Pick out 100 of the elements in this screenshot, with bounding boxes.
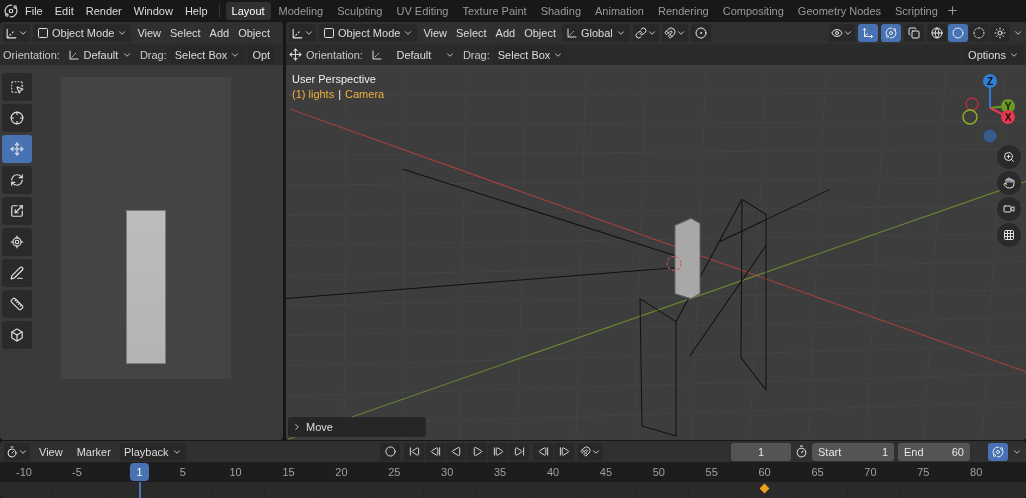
play-reverse-button[interactable] [446,442,466,461]
stopwatch-icon[interactable] [795,445,808,458]
app-logo-icon[interactable] [4,3,18,18]
workspace-tab[interactable]: Sculpting [331,1,389,20]
drag-dropdown[interactable]: Select Box [170,45,245,64]
next-key-button[interactable] [488,442,508,461]
shading-button[interactable] [969,24,989,42]
snap-button[interactable] [661,24,688,42]
overlay-toggle-button[interactable] [988,442,1008,461]
header-menu[interactable]: Select [453,24,490,42]
chevron-down-icon [18,28,28,38]
next-keyframe-button[interactable] [554,442,574,461]
workspace-tab[interactable]: Geometry Nodes [791,1,887,20]
tool-button[interactable] [2,321,32,349]
shading-button[interactable] [990,24,1010,42]
header-menu[interactable]: Add [492,24,519,42]
workspace-tab[interactable]: Shading [534,1,588,20]
object-mode-icon [323,27,335,39]
tool-button[interactable] [2,73,32,101]
menu-item[interactable]: File [20,1,48,20]
workspace-tab[interactable]: Rendering [651,1,715,20]
shading-button[interactable] [948,24,968,42]
menu-item[interactable]: Window [128,1,178,20]
tool-button[interactable] [2,228,32,256]
view-name-text: User Perspective [292,73,377,85]
header-menu[interactable]: Select [167,24,204,42]
orientation-dropdown[interactable]: Default [63,45,136,64]
workspace-tab[interactable]: Scripting [889,1,944,20]
workspace-tab[interactable]: UV Editing [390,1,455,20]
collection-text: (1) lights [292,88,335,100]
skip-back-icon [408,446,420,457]
toggle-button[interactable] [858,24,878,42]
end-frame-field[interactable]: End 60 [898,442,970,461]
truncated-options-tab[interactable]: Opt [248,45,275,64]
workspace-tab[interactable]: Animation [589,1,650,20]
jump-end-button[interactable] [509,442,529,461]
operator-name: Move [306,421,333,433]
navigation-gizmo[interactable]: Z Y X [946,69,1026,145]
workspace-tab[interactable]: Compositing [716,1,790,20]
header-menu[interactable]: View [420,24,451,42]
menu-item[interactable]: Render [80,1,127,20]
keying-button[interactable] [578,442,603,461]
last-operator-panel[interactable]: Move [288,417,426,437]
playhead-line [139,482,141,498]
workspace-tab[interactable]: Modeling [272,1,330,20]
zoom-icon [1003,150,1015,164]
menu-item[interactable]: Edit [49,1,79,20]
frame-number: 5 [179,466,186,478]
workspace-tab[interactable]: Texture Paint [456,1,533,20]
tool-button[interactable] [2,290,32,318]
mode-dropdown[interactable]: Object Mode [319,24,418,42]
tool-button[interactable] [2,166,32,194]
editor-type-button[interactable] [3,24,30,42]
frame-number: 15 [282,466,295,478]
play-button[interactable] [467,442,487,461]
axes-icon [5,26,18,40]
frame-number: 20 [335,466,348,478]
prev-key-button[interactable] [425,442,445,461]
tool-button[interactable] [2,104,32,132]
options-dropdown[interactable]: Options [964,45,1023,64]
prev-keyframe-button[interactable] [533,442,553,461]
toggle-button[interactable] [904,24,924,42]
transform-orientation-dropdown[interactable]: Global [562,24,630,42]
workspace-tab[interactable]: Layout [225,1,271,20]
pivot-button[interactable] [632,24,659,42]
keyframe-icon[interactable] [759,483,770,494]
chevron-down-icon [403,28,414,38]
hand-icon [1003,176,1015,190]
add-workspace-icon[interactable] [945,4,959,17]
toggle-button[interactable] [881,24,901,42]
clock-icon [6,445,18,458]
frame-number: 40 [546,466,560,478]
current-frame-field[interactable]: 1 [731,442,791,461]
proportional-edit-button[interactable] [690,24,711,42]
orientation-dropdown[interactable]: Default [366,45,459,64]
header-menu[interactable]: Object [235,24,273,42]
shading-button[interactable] [927,24,947,42]
menu-item[interactable]: Help [179,1,213,20]
mode-dropdown[interactable]: Object Mode [33,24,132,42]
auto-keying-button[interactable] [380,442,400,461]
editor-type-button[interactable] [289,24,316,42]
tool-button[interactable] [2,259,32,287]
chevron-down-icon [117,28,128,38]
header-menu[interactable]: Add [206,24,233,42]
start-frame-field[interactable]: Start 1 [812,442,894,461]
overlays-icon [885,27,897,39]
timeline-menu[interactable]: View [34,442,68,461]
frame-number: 80 [970,466,983,478]
orientation-label: Orientation: [306,48,363,61]
timeline-dropdown[interactable]: Playback [119,442,186,461]
timeline-menu[interactable]: Marker [71,442,116,461]
header-menu[interactable]: View [134,24,165,42]
drag-dropdown[interactable]: Select Box [493,45,568,64]
tool-button[interactable] [2,197,32,225]
header-menu[interactable]: Object [521,24,559,42]
frame-number: 70 [864,466,877,478]
editor-type-button[interactable] [4,442,30,461]
visibility-button[interactable] [829,24,855,42]
jump-start-button[interactable] [404,442,424,461]
playhead[interactable]: 1 [130,463,149,481]
